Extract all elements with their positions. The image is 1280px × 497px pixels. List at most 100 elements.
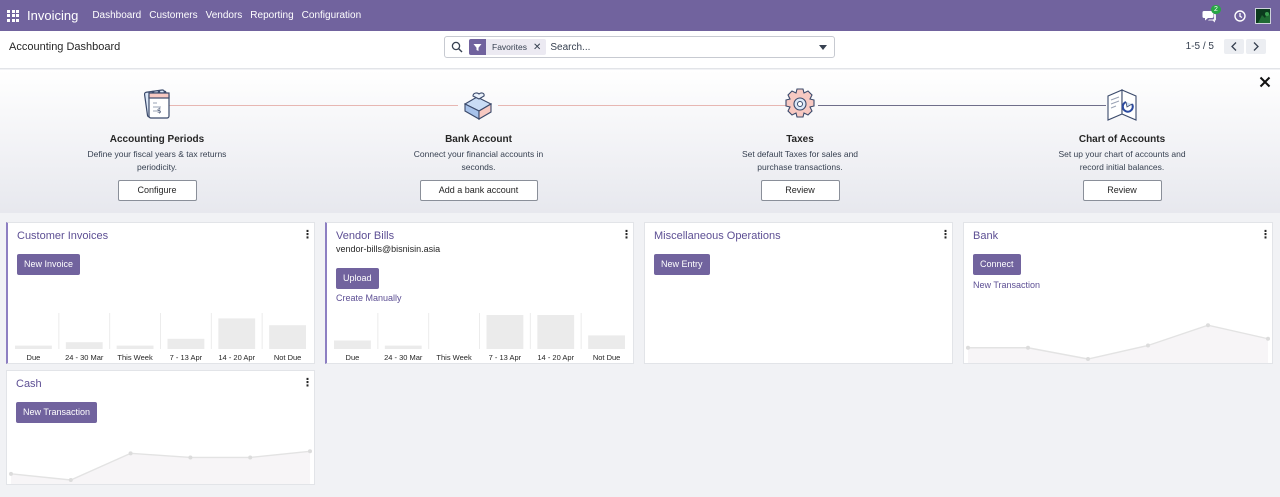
connect-bank-button[interactable]: Connect: [973, 254, 1021, 275]
upload-button[interactable]: Upload: [336, 268, 379, 289]
chart-bar[interactable]: [65, 342, 103, 349]
user-avatar[interactable]: [1255, 7, 1271, 24]
configure-button[interactable]: Configure: [117, 180, 197, 201]
journal-card-miscellaneous: Miscellaneous Operations ⋮ New Entry: [644, 222, 953, 364]
chevron-left-icon: [1231, 42, 1237, 51]
step-description-line: periodicity.: [137, 162, 177, 172]
journal-card-bank: Bank ⋮ Connect New Transaction: [963, 222, 1273, 364]
line-point[interactable]: [308, 449, 312, 454]
x-tick-label: 7 - 13 Apr: [170, 353, 203, 362]
journal-card-customer-invoices: Customer Invoices ⋮ New Invoice Due 24 - …: [6, 222, 315, 364]
journal-title[interactable]: Cash: [16, 378, 42, 390]
x-tick-label: Not Due: [593, 353, 621, 362]
step-title: Accounting Periods: [109, 134, 205, 145]
chat-count-badge: 2: [1211, 4, 1221, 14]
journal-title[interactable]: Bank: [973, 230, 998, 242]
new-invoice-button[interactable]: New Invoice: [17, 254, 81, 275]
x-tick-label: 24 - 30 Mar: [384, 353, 423, 362]
onboarding-panel: $ Accounting Periods Define your fiscal …: [0, 70, 1280, 213]
app-brand[interactable]: Invoicing: [27, 8, 78, 23]
menu-dashboard[interactable]: Dashboard: [92, 10, 141, 21]
chart-bar[interactable]: [486, 315, 524, 349]
step-description-line: Set default Taxes for sales and: [741, 149, 859, 159]
line-chart: [7, 436, 314, 484]
chart-bar[interactable]: [537, 315, 575, 349]
menu-customers[interactable]: Customers: [149, 10, 197, 21]
line-point[interactable]: [1146, 343, 1150, 348]
chart-bar[interactable]: [218, 318, 256, 349]
search-icon[interactable]: [451, 41, 463, 53]
step-title: Chart of Accounts: [1078, 134, 1166, 145]
chart-of-accounts-icon: [1107, 89, 1137, 121]
chart-bar[interactable]: [15, 345, 52, 349]
journal-title[interactable]: Miscellaneous Operations: [654, 230, 781, 242]
journal-card-cash: Cash ⋮ New Transaction: [6, 370, 315, 485]
line-point[interactable]: [188, 455, 193, 460]
new-transaction-button[interactable]: New Transaction: [16, 402, 98, 423]
new-transaction-link[interactable]: New Transaction: [973, 280, 1040, 290]
pager-previous-button[interactable]: [1224, 39, 1244, 54]
menu-vendors[interactable]: Vendors: [206, 10, 243, 21]
create-manually-link[interactable]: Create Manually: [336, 293, 402, 303]
bar-chart: Due 24 - 30 Mar This Week 7 - 13 Apr 14 - 20…: [327, 313, 633, 363]
chart-bar[interactable]: [588, 335, 625, 349]
x-tick-label: Due: [346, 353, 360, 362]
line-point[interactable]: [248, 455, 253, 460]
onboarding-step-chart-of-accounts: Chart of Accounts Set up your chart of a…: [1042, 84, 1202, 201]
line-point[interactable]: [966, 345, 970, 350]
line-point[interactable]: [1086, 357, 1090, 361]
chart-bar[interactable]: [269, 325, 306, 349]
chart-bar[interactable]: [116, 345, 154, 349]
line-point[interactable]: [1266, 336, 1270, 341]
chart-bar[interactable]: [167, 338, 205, 349]
menu-reporting[interactable]: Reporting: [250, 10, 293, 21]
chevron-right-icon: [1253, 42, 1259, 51]
bank-puzzle-icon: [463, 92, 492, 120]
kebab-menu-icon[interactable]: ⋮: [621, 230, 632, 241]
kebab-menu-icon[interactable]: ⋮: [1260, 230, 1271, 241]
journal-card-vendor-bills: Vendor Bills vendor-bills@bisnisin.asia …: [325, 222, 634, 364]
step-description-line: record initial balances.: [1079, 162, 1165, 172]
facet-label: Favorites: [492, 42, 527, 52]
invoice-bar-chart: Due 24 - 30 Mar This Week 7 - 13 Apr 14 - 20…: [15, 313, 306, 362]
line-point[interactable]: [9, 471, 13, 476]
x-tick-label: 14 - 20 Apr: [537, 353, 574, 362]
kebab-menu-icon[interactable]: ⋮: [302, 378, 313, 389]
step-description: Define your fiscal years & tax returns p…: [82, 148, 232, 174]
journal-title[interactable]: Customer Invoices: [17, 230, 108, 242]
step-title: Bank Account: [445, 134, 512, 145]
add-bank-account-button[interactable]: Add a bank account: [419, 180, 538, 201]
line-area-fill: [968, 325, 1268, 363]
step-description-line: purchase transactions.: [757, 162, 843, 172]
line-point[interactable]: [68, 478, 73, 482]
pager-value[interactable]: 1-5 / 5: [1186, 41, 1214, 52]
step-description: Set default Taxes for sales and purchase…: [720, 148, 880, 174]
menu-configuration[interactable]: Configuration: [302, 10, 361, 21]
onboarding-step-bank-account: Bank Account Connect your financial acco…: [398, 84, 559, 201]
chart-bar[interactable]: [384, 345, 422, 349]
search-facet-favorites[interactable]: Favorites ✕: [469, 39, 547, 55]
chart-bar[interactable]: [334, 340, 371, 350]
caret-down-icon: [819, 44, 827, 50]
messaging-button[interactable]: 2: [1202, 4, 1221, 24]
facet-remove-icon[interactable]: ✕: [533, 42, 541, 53]
kebab-menu-icon[interactable]: ⋮: [940, 230, 951, 241]
line-point[interactable]: [1026, 345, 1030, 350]
pager-next-button[interactable]: [1246, 39, 1266, 54]
search-input[interactable]: [550, 41, 816, 53]
journal-title[interactable]: Vendor Bills: [336, 230, 394, 242]
close-onboarding-icon[interactable]: [1259, 76, 1271, 88]
x-tick-label: This Week: [436, 353, 472, 362]
search-bar[interactable]: Favorites ✕: [444, 36, 835, 58]
kebab-menu-icon[interactable]: ⋮: [302, 230, 313, 241]
line-point[interactable]: [1206, 323, 1210, 328]
search-options-toggle[interactable]: [816, 40, 830, 54]
line-point[interactable]: [128, 451, 133, 456]
review-chart-of-accounts-button[interactable]: Review: [1082, 180, 1162, 201]
apps-menu-icon[interactable]: [7, 9, 19, 22]
new-entry-button[interactable]: New Entry: [654, 254, 710, 275]
review-taxes-button[interactable]: Review: [760, 180, 840, 201]
gear-icon: [785, 88, 815, 118]
step-description-line: seconds.: [461, 162, 496, 172]
activity-clock-icon[interactable]: [1234, 9, 1246, 22]
